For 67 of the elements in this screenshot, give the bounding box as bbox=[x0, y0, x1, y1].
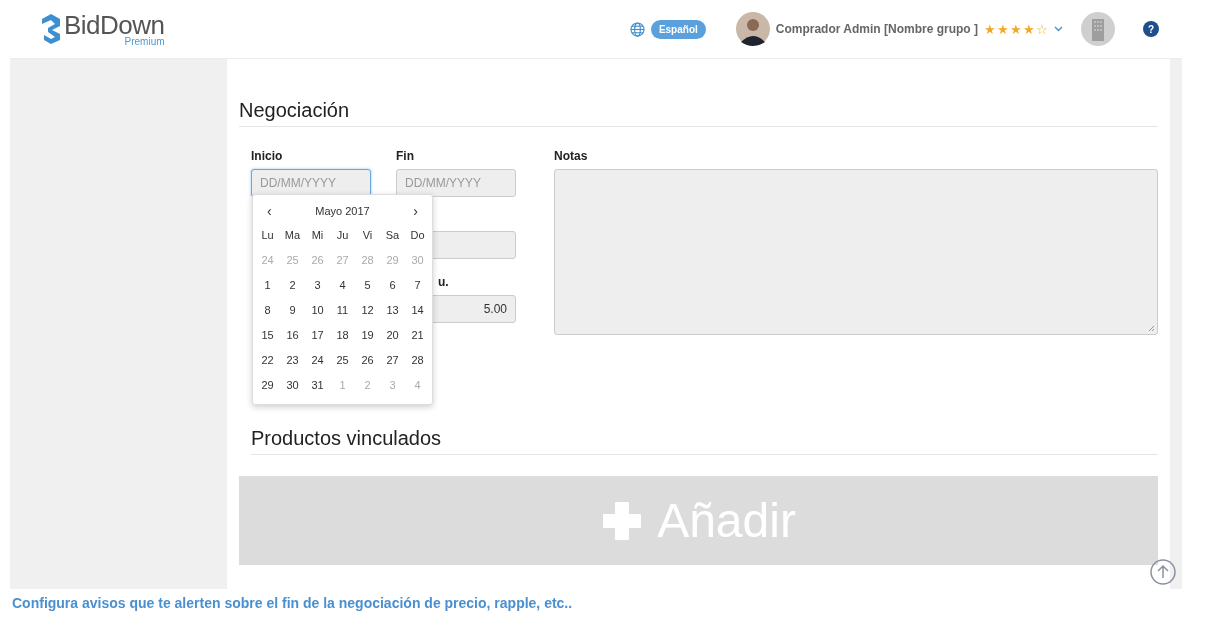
calendar-day[interactable]: 27 bbox=[380, 348, 405, 373]
weekday-label: Vi bbox=[361, 228, 374, 243]
weekday-label: Ju bbox=[335, 228, 350, 243]
calendar-day[interactable]: 3 bbox=[305, 273, 330, 298]
section-heading: Negociación bbox=[239, 99, 1158, 127]
field-label: Notas bbox=[554, 149, 589, 163]
section-heading: Productos vinculados bbox=[251, 427, 1158, 455]
resize-grip-icon[interactable] bbox=[1148, 325, 1155, 332]
help-button[interactable]: ? bbox=[1143, 21, 1159, 37]
avatar-icon bbox=[735, 12, 770, 46]
start-date-field[interactable]: DD/MM/YYYY bbox=[251, 169, 371, 197]
calendar-day[interactable]: 17 bbox=[305, 323, 330, 348]
weekday-label: Mi bbox=[310, 228, 325, 243]
weekday-label: Lu bbox=[260, 228, 275, 243]
logo-wordmark: BidDown bbox=[64, 11, 165, 38]
calendar-day[interactable]: 12 bbox=[355, 298, 380, 323]
calendar-day[interactable]: 19 bbox=[355, 323, 380, 348]
end-date-field[interactable]: DD/MM/YYYY bbox=[396, 169, 516, 197]
chevron-down-icon[interactable] bbox=[1054, 26, 1063, 32]
calendar-day[interactable]: 26 bbox=[355, 348, 380, 373]
filled-star-icon: ★ bbox=[997, 21, 1009, 37]
calendar-day[interactable]: 30 bbox=[280, 373, 305, 398]
calendar-day[interactable]: 31 bbox=[305, 373, 330, 398]
user-name[interactable]: Comprador Admin [Nombre grupo ] bbox=[775, 22, 978, 36]
calendar-day[interactable]: 24 bbox=[305, 348, 330, 373]
calendar-day[interactable]: 10 bbox=[305, 298, 330, 323]
calendar-day[interactable]: 18 bbox=[330, 323, 355, 348]
calendar-day[interactable]: 4 bbox=[330, 273, 355, 298]
weekday-label: Ma bbox=[283, 228, 302, 243]
field-label: Fin bbox=[396, 149, 415, 163]
next-month-button[interactable]: › bbox=[409, 203, 422, 219]
calendar-day[interactable]: 6 bbox=[380, 273, 405, 298]
calendar-day[interactable]: 28 bbox=[405, 348, 430, 373]
calendar-day[interactable]: 8 bbox=[255, 298, 280, 323]
weekday-label: Sa bbox=[384, 228, 401, 243]
notes-field[interactable] bbox=[554, 169, 1158, 335]
logo-icon bbox=[40, 13, 62, 45]
calendar-day[interactable]: 23 bbox=[280, 348, 305, 373]
plus-icon bbox=[601, 499, 644, 542]
filled-star-icon: ★ bbox=[1023, 21, 1035, 37]
calendar-month: Mayo 2017 bbox=[315, 205, 370, 217]
calendar-day[interactable]: 11 bbox=[330, 298, 355, 323]
scroll-up-icon[interactable] bbox=[1150, 559, 1176, 585]
empty-star-icon: ☆ bbox=[1036, 21, 1048, 37]
previous-month-button[interactable]: ‹ bbox=[263, 203, 276, 219]
calendar-day[interactable]: 29 bbox=[255, 373, 280, 398]
calendar-day[interactable]: 2 bbox=[280, 273, 305, 298]
calendar-day[interactable]: 9 bbox=[280, 298, 305, 323]
weekday-label: Do bbox=[409, 228, 426, 243]
calendar-day[interactable]: 21 bbox=[405, 323, 430, 348]
filled-star-icon: ★ bbox=[984, 21, 996, 37]
field-label: u. bbox=[438, 275, 450, 289]
calendar-day[interactable]: 20 bbox=[380, 323, 405, 348]
globe-icon[interactable] bbox=[629, 21, 645, 37]
calendar-day[interactable]: 1 bbox=[255, 273, 280, 298]
calendar-day[interactable]: 16 bbox=[280, 323, 305, 348]
calendar-day[interactable]: 22 bbox=[255, 348, 280, 373]
field-label: Inicio bbox=[251, 149, 284, 163]
filled-star-icon: ★ bbox=[1010, 21, 1022, 37]
calendar-day[interactable]: 5 bbox=[355, 273, 380, 298]
calendar-day[interactable]: 14 bbox=[405, 298, 430, 323]
calendar-day[interactable]: 15 bbox=[255, 323, 280, 348]
logo-subtitle-text: Premium bbox=[124, 36, 165, 47]
calendar-day[interactable]: 7 bbox=[405, 273, 430, 298]
caption-text: Configura avisos que te alerten sobre el fin de la negociación de precio, rapple, etc.. bbox=[12, 595, 574, 611]
calendar-day[interactable]: 25 bbox=[330, 348, 355, 373]
building-icon[interactable] bbox=[1081, 12, 1115, 46]
